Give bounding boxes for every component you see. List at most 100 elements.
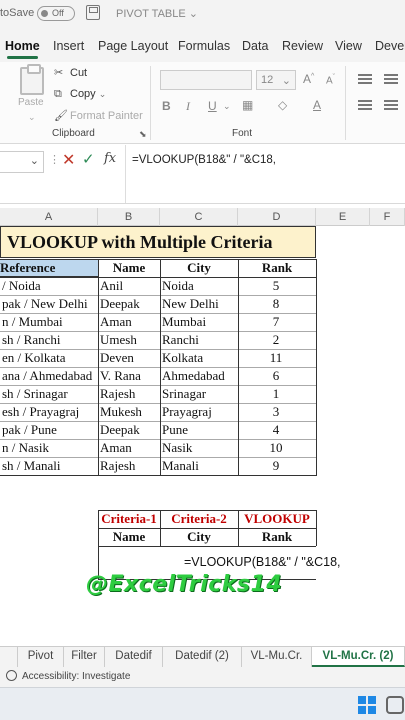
copy-button[interactable]: ⧉ Copy ⌄ [54, 88, 106, 101]
tab-insert[interactable]: Insert [53, 39, 84, 53]
cell-rank[interactable]: 2 [238, 332, 314, 348]
save-icon[interactable] [86, 5, 100, 20]
bold-icon[interactable]: B [162, 99, 171, 113]
cell-reference[interactable]: esh / Prayagraj [2, 404, 98, 420]
cell-rank[interactable]: 11 [238, 350, 314, 366]
sheet-tab-datedif[interactable]: Datedif [105, 647, 163, 667]
cell-rank[interactable]: 3 [238, 404, 314, 420]
insert-function-icon[interactable]: fx [104, 151, 116, 166]
cell-name[interactable]: Anil [100, 278, 160, 294]
cell-rank[interactable]: 9 [238, 458, 314, 474]
app-icon[interactable] [386, 696, 404, 714]
align-top-icon[interactable] [358, 74, 372, 84]
chevron-down-icon[interactable]: ⌄ [28, 112, 36, 123]
lookup-rank-header[interactable]: Rank [238, 529, 316, 545]
format-painter-button[interactable]: 🖌 Format Painter [54, 109, 143, 122]
sheet-tab-vl-mu-cr-2[interactable]: VL-Mu.Cr. (2) [312, 647, 405, 667]
font-name-box[interactable] [160, 70, 252, 90]
column-header-a[interactable]: A [0, 208, 98, 226]
align-center-icon[interactable] [384, 100, 398, 110]
header-rank[interactable]: Rank [238, 260, 316, 276]
tab-data[interactable]: Data [242, 39, 268, 53]
column-header-f[interactable]: F [370, 208, 405, 226]
accessibility-icon[interactable] [6, 670, 17, 681]
cell-reference[interactable]: sh / Srinagar [2, 386, 98, 402]
column-header-c[interactable]: C [160, 208, 238, 226]
cell-city[interactable]: Noida [162, 278, 238, 294]
cell-city[interactable]: Ranchi [162, 332, 238, 348]
align-middle-icon[interactable] [384, 74, 398, 84]
vlookup-header[interactable]: VLOOKUP [238, 511, 316, 527]
cell-rank[interactable]: 5 [238, 278, 314, 294]
cell-rank[interactable]: 4 [238, 422, 314, 438]
formula-input[interactable]: =VLOOKUP(B18&" / "&C18, [125, 145, 405, 203]
cell-city[interactable]: Manali [162, 458, 238, 474]
tab-review[interactable]: Review [282, 39, 323, 53]
cell-rank[interactable]: 8 [238, 296, 314, 312]
column-header-d[interactable]: D [238, 208, 316, 226]
worksheet-grid[interactable]: VLOOKUP with Multiple Criteria Reference… [0, 226, 405, 646]
cell-name[interactable]: Deepak [100, 422, 160, 438]
cell-reference[interactable]: n / Nasik [2, 440, 98, 456]
tab-formulas[interactable]: Formulas [178, 39, 230, 53]
cell-city[interactable]: Prayagraj [162, 404, 238, 420]
cell-name[interactable]: Rajesh [100, 458, 160, 474]
cell-reference[interactable]: pak / Pune [2, 422, 98, 438]
cell-city[interactable]: New Delhi [162, 296, 238, 312]
paste-label[interactable]: Paste [18, 97, 44, 108]
borders-icon[interactable]: ▦ [242, 98, 253, 112]
chevron-down-icon[interactable]: ⌄ [223, 101, 231, 112]
name-box[interactable]: ⌄ [0, 151, 44, 173]
cell-city[interactable]: Pune [162, 422, 238, 438]
cell-name[interactable]: V. Rana [100, 368, 160, 384]
sheet-tab-vl-mu-cr[interactable]: VL-Mu.Cr. [242, 647, 312, 667]
dialog-launcher-icon[interactable]: ⬊ [139, 129, 147, 140]
sheet-tab-filter[interactable]: Filter [64, 647, 105, 667]
tab-developer[interactable]: Devell [375, 39, 405, 53]
cell-city[interactable]: Mumbai [162, 314, 238, 330]
cell-editing-formula[interactable]: =VLOOKUP(B18&" / "&C18, [184, 555, 341, 569]
cell-rank[interactable]: 1 [238, 386, 314, 402]
tab-home[interactable]: Home [5, 39, 40, 59]
windows-start-icon[interactable] [358, 696, 376, 714]
cut-button[interactable]: ✂ Cut [54, 66, 87, 79]
cell-reference[interactable]: pak / New Delhi [2, 296, 98, 312]
cell-reference[interactable]: sh / Ranchi [2, 332, 98, 348]
decrease-font-icon[interactable]: Aˇ [326, 74, 335, 86]
cancel-icon[interactable]: ✕ [62, 150, 75, 170]
sheet-scroll[interactable] [0, 647, 18, 667]
document-title[interactable]: PIVOT TABLE ⌄ [116, 7, 198, 20]
align-left-icon[interactable] [358, 100, 372, 110]
cell-name[interactable]: Umesh [100, 332, 160, 348]
header-reference[interactable]: Reference [0, 260, 98, 276]
cell-reference[interactable]: n / Mumbai [2, 314, 98, 330]
cell-name[interactable]: Deven [100, 350, 160, 366]
cell-rank[interactable]: 7 [238, 314, 314, 330]
header-name[interactable]: Name [98, 260, 160, 276]
cell-reference[interactable]: / Noida [2, 278, 98, 294]
enter-icon[interactable]: ✓ [82, 150, 95, 168]
autosave-toggle[interactable]: Off [37, 6, 75, 21]
font-size-box[interactable]: 12 ⌄ [256, 70, 296, 90]
fill-color-icon[interactable]: ◇ [278, 98, 287, 112]
tab-page-layout[interactable]: Page Layout [98, 39, 168, 53]
cell-name[interactable]: Aman [100, 314, 160, 330]
cell-reference[interactable]: ana / Ahmedabad [2, 368, 98, 384]
lookup-city-header[interactable]: City [160, 529, 238, 545]
column-header-b[interactable]: B [98, 208, 160, 226]
cell-name[interactable]: Mukesh [100, 404, 160, 420]
criteria-2-header[interactable]: Criteria-2 [160, 511, 238, 527]
cell-reference[interactable]: sh / Manali [2, 458, 98, 474]
font-color-icon[interactable]: A [313, 98, 321, 112]
header-city[interactable]: City [160, 260, 238, 276]
cell-rank[interactable]: 10 [238, 440, 314, 456]
chevron-down-icon[interactable]: ⌄ [30, 154, 39, 167]
paste-icon[interactable] [20, 64, 44, 95]
title-cell[interactable]: VLOOKUP with Multiple Criteria [0, 226, 316, 258]
cell-city[interactable]: Kolkata [162, 350, 238, 366]
sheet-tab-pivot[interactable]: Pivot [18, 647, 64, 667]
cell-rank[interactable]: 6 [238, 368, 314, 384]
sheet-tab-datedif-2[interactable]: Datedif (2) [163, 647, 242, 667]
column-header-e[interactable]: E [316, 208, 370, 226]
cell-city[interactable]: Srinagar [162, 386, 238, 402]
